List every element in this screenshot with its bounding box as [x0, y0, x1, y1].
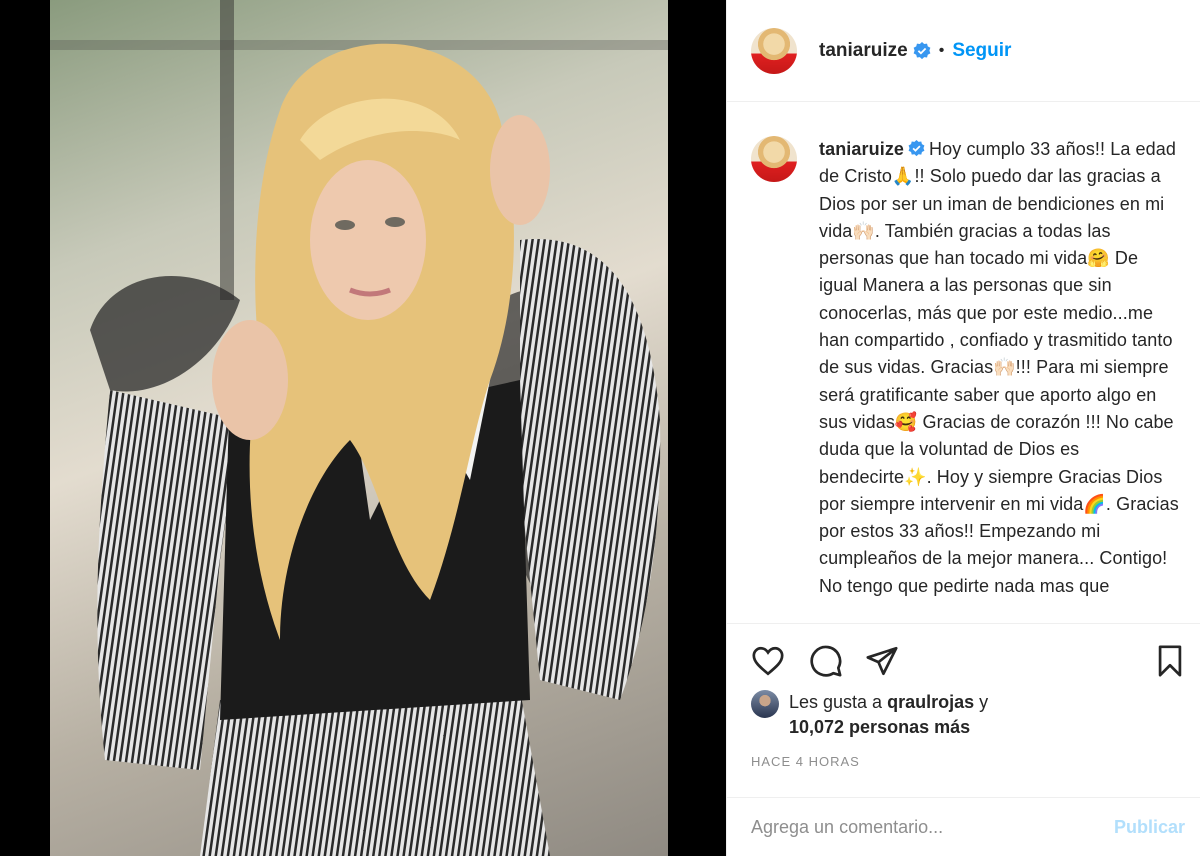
paper-plane-icon[interactable]: [865, 644, 899, 678]
publish-button[interactable]: Publicar: [1114, 817, 1185, 838]
verified-badge-icon: [913, 41, 931, 59]
caption-area: taniaruize Hoy cumplo 33 años!! La edad …: [727, 103, 1200, 623]
likes-and: y: [974, 692, 989, 712]
comment-row: Publicar: [727, 797, 1200, 856]
liker-avatar[interactable]: [751, 690, 779, 718]
caption-text: Hoy cumplo 33 años!! La edad de Cristo🙏!…: [819, 139, 1179, 596]
heart-icon[interactable]: [751, 644, 785, 678]
post-actions-area: Les gusta a qraulrojas y 10,072 personas…: [727, 623, 1200, 856]
likes-text: Les gusta a qraulrojas y 10,072 personas…: [789, 690, 988, 740]
caption-text-block: taniaruize Hoy cumplo 33 años!! La edad …: [819, 136, 1181, 623]
post-photo[interactable]: [50, 0, 668, 856]
post-header: taniaruize • Seguir: [727, 0, 1200, 102]
likes-prefix: Les gusta a: [789, 692, 888, 712]
author-avatar[interactable]: [751, 27, 797, 74]
post-image-area: [0, 0, 726, 856]
follow-button[interactable]: Seguir: [952, 40, 1011, 62]
comment-input[interactable]: [751, 817, 1114, 838]
post-side-panel: taniaruize • Seguir taniaruize Hoy cumpl…: [726, 0, 1200, 856]
comment-icon[interactable]: [809, 644, 843, 678]
post-timestamp[interactable]: HACE 4 HORAS: [751, 754, 860, 769]
liker-username[interactable]: qraulrojas: [887, 692, 974, 712]
header-separator: •: [938, 41, 945, 59]
caption-author-avatar[interactable]: [751, 136, 797, 182]
bookmark-icon[interactable]: [1153, 644, 1187, 678]
portrait-illustration: [50, 0, 668, 856]
likes-count[interactable]: 10,072 personas más: [789, 717, 970, 737]
verified-badge-icon: [908, 140, 925, 157]
author-username[interactable]: taniaruize: [819, 40, 908, 62]
action-row: [727, 624, 1200, 696]
caption-username[interactable]: taniaruize: [819, 139, 904, 159]
likes-summary: Les gusta a qraulrojas y 10,072 personas…: [751, 690, 988, 740]
